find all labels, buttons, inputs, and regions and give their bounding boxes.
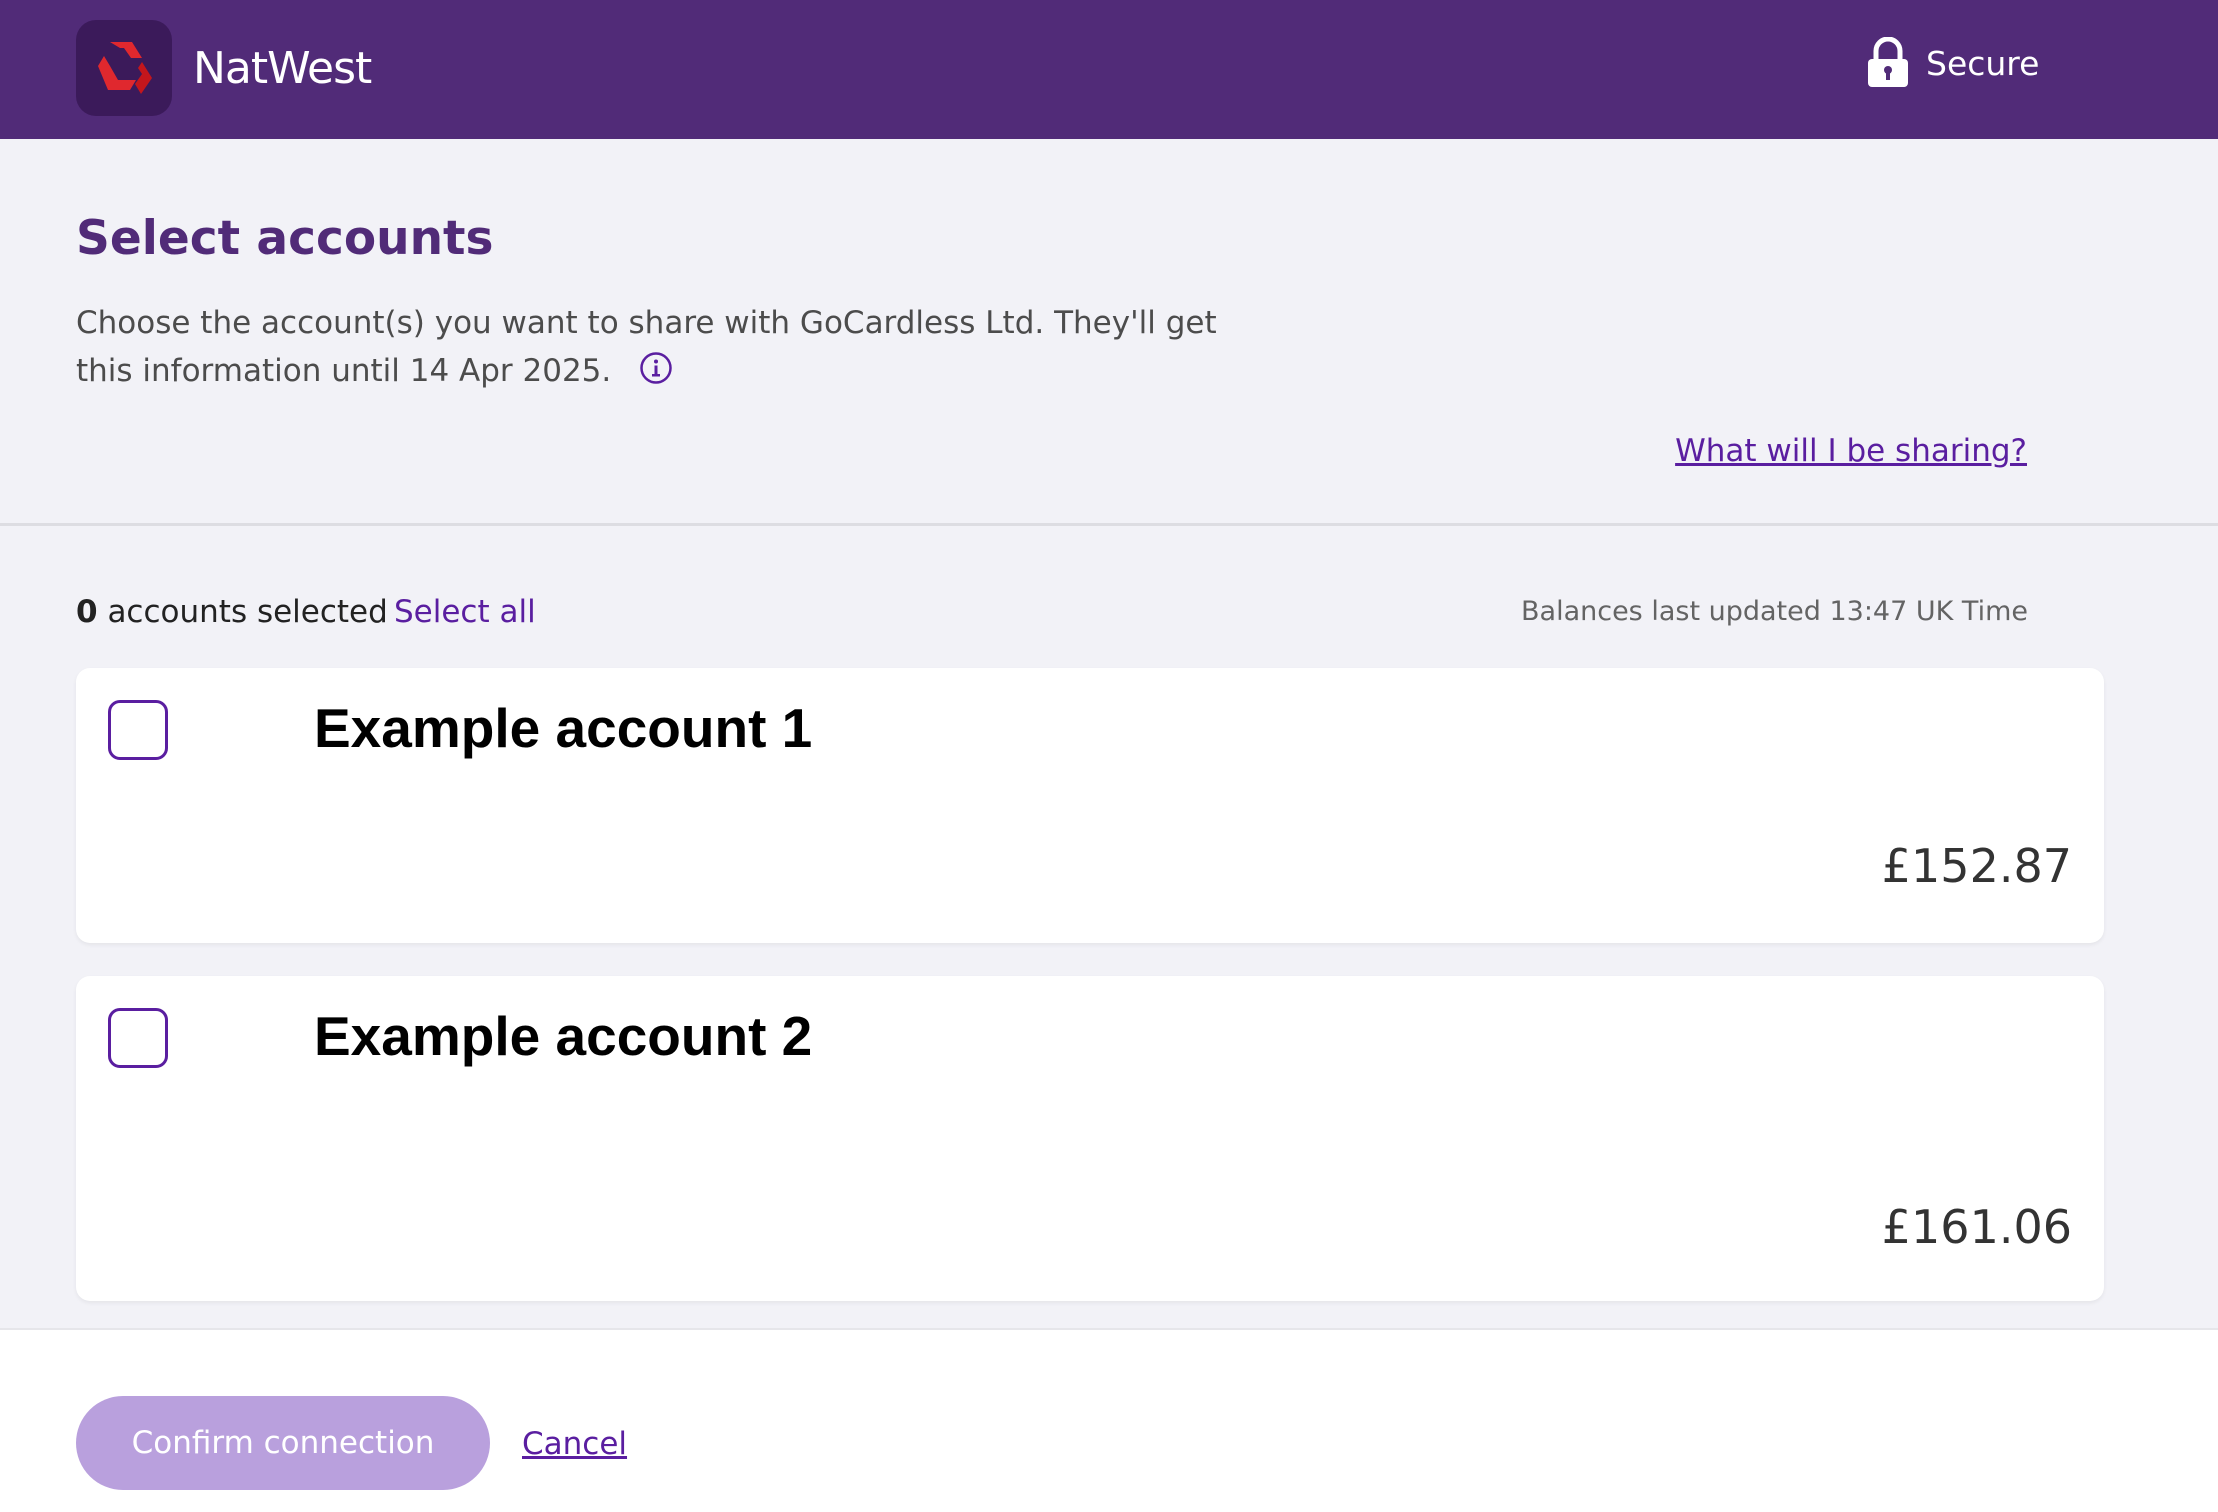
account-name: Example account 2 bbox=[314, 1005, 813, 1067]
selected-count-label: accounts selected bbox=[107, 594, 388, 630]
info-circle-icon[interactable] bbox=[639, 351, 673, 385]
selected-count-number: 0 bbox=[76, 594, 98, 630]
action-footer: Confirm connection Cancel bbox=[0, 1328, 2218, 1512]
secure-label: Secure bbox=[1926, 43, 2040, 83]
top-header: NatWest Secure bbox=[0, 0, 2218, 139]
what-will-i-share-link[interactable]: What will I be sharing? bbox=[1675, 431, 2027, 471]
natwest-logo-icon bbox=[76, 20, 172, 116]
select-all-link[interactable]: Select all bbox=[394, 590, 536, 634]
account-checkbox[interactable] bbox=[108, 1008, 168, 1068]
account-balance: £161.06 bbox=[1881, 1200, 2072, 1254]
brand-name: NatWest bbox=[193, 43, 372, 94]
padlock-icon bbox=[1868, 37, 1908, 87]
page-title: Select accounts bbox=[76, 211, 494, 266]
account-card[interactable]: Example account 2 £161.06 bbox=[76, 976, 2104, 1301]
account-checkbox[interactable] bbox=[108, 700, 168, 760]
selected-count-text: 0 accounts selected bbox=[76, 590, 388, 634]
account-balance: £152.87 bbox=[1881, 839, 2072, 893]
account-name: Example account 1 bbox=[314, 697, 813, 759]
confirm-connection-button[interactable]: Confirm connection bbox=[76, 1396, 490, 1490]
intro-description: Choose the account(s) you want to share … bbox=[76, 299, 1256, 395]
account-card[interactable]: Example account 1 £152.87 bbox=[76, 668, 2104, 943]
secure-indicator: Secure bbox=[1866, 36, 2039, 90]
cancel-link[interactable]: Cancel bbox=[522, 1422, 627, 1466]
balances-updated-text: Balances last updated 13:47 UK Time bbox=[1521, 596, 2028, 627]
selection-summary: 0 accounts selected Select all Balances … bbox=[76, 590, 2028, 634]
intro-section: Select accounts Choose the account(s) yo… bbox=[0, 139, 2218, 526]
